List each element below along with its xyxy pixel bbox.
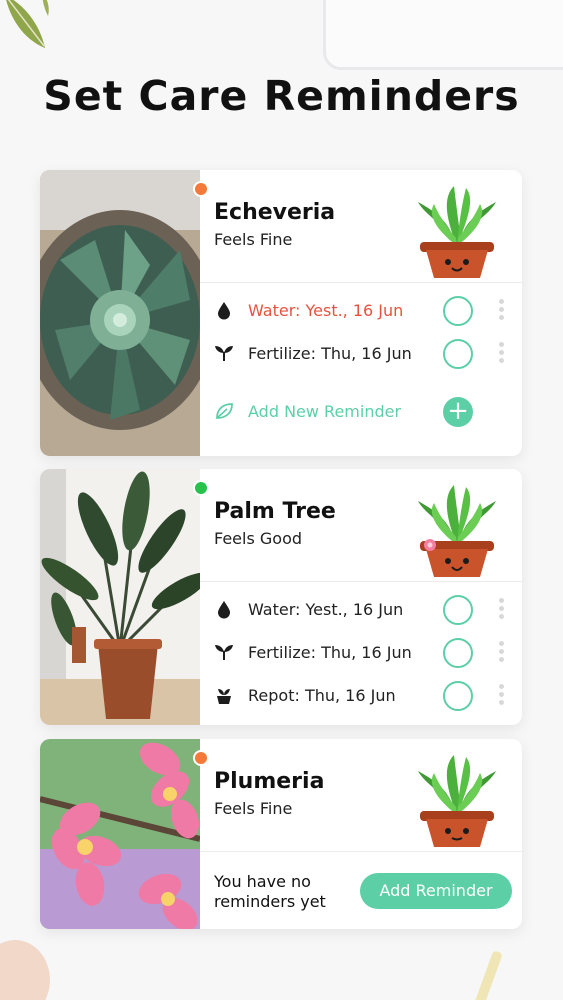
reminder-label: Fertilize: Thu, 16 Jun [248, 344, 412, 363]
reminder-done-checkbox[interactable] [443, 339, 473, 369]
plant-feeling: Feels Fine [214, 799, 293, 818]
reminder-row[interactable]: Repot: Thu, 16 Jun [214, 681, 508, 711]
fertilize-sprout-icon [215, 645, 233, 660]
plant-feeling: Feels Good [214, 529, 303, 548]
reminder-label: Water: Yest., 16 Jun [248, 301, 404, 320]
plant-card-plumeria[interactable]: Plumeria Feels Fine You have no reminder… [40, 739, 522, 929]
reminder-row[interactable]: Water: Yest., 16 Jun [214, 595, 508, 625]
reminder-row[interactable]: Fertilize: Thu, 16 Jun [214, 638, 508, 668]
plant-mascot-icon [418, 186, 496, 278]
plant-name: Palm Tree [214, 499, 336, 524]
plant-mascot-happy-icon [418, 485, 496, 577]
more-options-icon[interactable] [497, 342, 505, 366]
card-divider [200, 581, 522, 582]
no-reminders-line-1: You have no [214, 872, 311, 891]
reminder-done-checkbox[interactable] [443, 296, 473, 326]
leaf-icon [216, 403, 233, 419]
status-dot [193, 750, 209, 766]
reminder-row[interactable]: Water: Yest., 16 Jun [214, 296, 508, 326]
more-options-icon[interactable] [497, 598, 505, 622]
plant-name: Echeveria [214, 200, 336, 225]
water-drop-icon [218, 601, 230, 619]
add-new-reminder-label[interactable]: Add New Reminder [248, 402, 401, 421]
status-dot [193, 181, 209, 197]
add-reminder-button[interactable]: Add Reminder [360, 873, 512, 909]
plant-mascot-icon [418, 755, 496, 847]
reminder-done-checkbox[interactable] [443, 638, 473, 668]
card-divider [200, 851, 522, 852]
reminder-label: Fertilize: Thu, 16 Jun [248, 643, 412, 662]
background-tablet [323, 0, 563, 70]
no-reminders-line-2: reminders yet [214, 892, 326, 911]
more-options-icon[interactable] [497, 684, 505, 708]
page-title: Set Care Reminders [43, 72, 520, 120]
plant-card-echeveria[interactable]: Echeveria Feels Fine Water: Yest., 16 Ju… [40, 170, 522, 456]
status-dot [193, 480, 209, 496]
more-options-icon[interactable] [497, 299, 505, 323]
reminder-label: Water: Yest., 16 Jun [248, 600, 404, 619]
background-pen [473, 950, 503, 1000]
fertilize-sprout-icon [215, 346, 233, 361]
add-reminder-plus-button[interactable]: + [443, 397, 473, 427]
plant-photo-echeveria [40, 170, 200, 456]
water-drop-icon [218, 302, 230, 320]
repot-icon [217, 689, 231, 704]
reminder-label: Repot: Thu, 16 Jun [248, 686, 396, 705]
no-reminders-message: You have no reminders yet [214, 872, 326, 912]
background-hand [0, 940, 50, 1000]
plant-feeling: Feels Fine [214, 230, 293, 249]
background-leaf [6, 0, 49, 48]
reminder-done-checkbox[interactable] [443, 681, 473, 711]
card-divider [200, 282, 522, 283]
plant-photo-plumeria [40, 739, 200, 929]
more-options-icon[interactable] [497, 641, 505, 665]
reminder-row[interactable]: Fertilize: Thu, 16 Jun [214, 339, 508, 369]
plant-name: Plumeria [214, 769, 325, 794]
plant-card-palm-tree[interactable]: Palm Tree Feels Good Water: Yest., 16 Ju… [40, 469, 522, 725]
add-new-reminder-row[interactable]: Add New Reminder + [214, 397, 508, 427]
plant-photo-palm-tree [40, 469, 200, 725]
reminder-done-checkbox[interactable] [443, 595, 473, 625]
